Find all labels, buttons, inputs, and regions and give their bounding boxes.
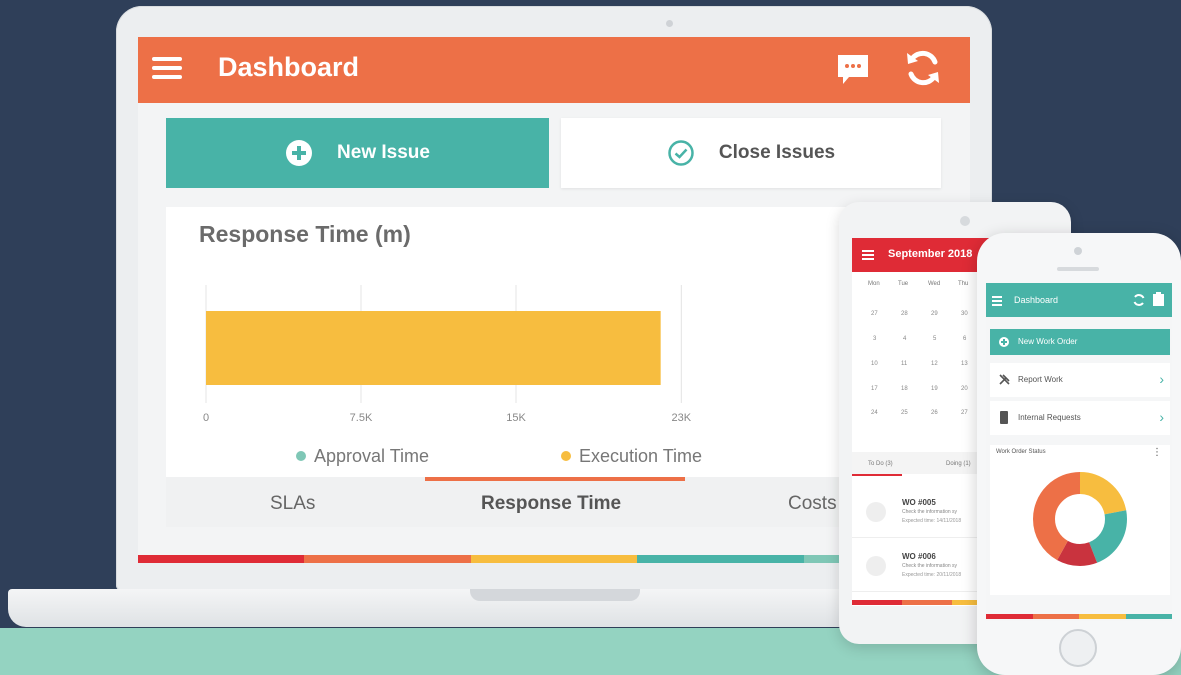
phone-device: Dashboard New Work Order Report Work › I…	[977, 233, 1181, 675]
plus-circle-icon	[286, 140, 313, 166]
response-time-card: Response Time (m) 0 7.5K 15K 23K Approval Ti…	[166, 207, 846, 477]
calendar-day[interactable]: 20	[961, 386, 968, 392]
menu-item-label: Internal Requests	[1018, 413, 1081, 422]
work-order-status-card: Work Order Status ⋮	[990, 445, 1170, 595]
weekday-label: Wed	[928, 281, 941, 287]
laptop-notch	[470, 589, 640, 601]
x-tick-label: 7.5K	[350, 412, 373, 424]
x-tick-label: 15K	[506, 412, 526, 424]
clipboard-icon	[866, 502, 886, 522]
calendar-day[interactable]: 11	[901, 361, 907, 367]
new-work-order-button[interactable]: New Work Order	[990, 329, 1170, 355]
tab-to-do[interactable]: To Do (3)	[868, 461, 893, 467]
hamburger-menu-icon[interactable]	[862, 250, 874, 262]
legend-swatch	[561, 451, 571, 461]
home-button[interactable]	[1059, 629, 1097, 667]
menu-item-internal-requests[interactable]: Internal Requests ›	[990, 401, 1170, 435]
active-tab-indicator	[425, 477, 685, 481]
color-stripe	[986, 614, 1172, 619]
sync-icon[interactable]	[904, 48, 942, 88]
calendar-day[interactable]: 24	[871, 410, 878, 416]
calendar-day[interactable]: 19	[931, 386, 938, 392]
work-order-desc: Check the information sy	[902, 563, 958, 569]
laptop-camera	[666, 20, 673, 27]
x-tick-label: 0	[203, 412, 209, 424]
more-options-icon[interactable]: ⋮	[1152, 447, 1162, 458]
card-title: Work Order Status	[996, 449, 1046, 455]
weekday-label: Thu	[958, 281, 969, 287]
page-title: Dashboard	[218, 52, 360, 82]
new-issue-button[interactable]: New Issue	[166, 118, 549, 188]
clipboard-icon[interactable]	[1152, 292, 1165, 307]
calendar-day[interactable]: 3	[873, 336, 876, 342]
clipboard-icon	[866, 556, 886, 576]
close-issues-label: Close Issues	[718, 142, 836, 163]
close-issues-button[interactable]: Close Issues	[561, 118, 941, 188]
weekday-label: Tue	[898, 281, 909, 287]
calendar-day[interactable]: 6	[963, 336, 966, 342]
response-time-chart: 0 7.5K 15K 23K Approval Time Execution Time	[203, 285, 702, 466]
hamburger-menu-icon[interactable]	[992, 296, 1002, 308]
calendar-day[interactable]: 25	[901, 410, 908, 416]
work-order-desc: Check the information sy	[902, 509, 958, 515]
menu-item-label: Report Work	[1018, 375, 1063, 384]
calendar-day[interactable]: 18	[901, 386, 908, 392]
phone-screen: Dashboard New Work Order Report Work › I…	[986, 283, 1172, 621]
sync-icon[interactable]	[1132, 293, 1146, 307]
work-order-id: WO #006	[902, 552, 936, 561]
weekday-label: Mon	[868, 281, 880, 287]
calendar-day[interactable]: 5	[933, 336, 936, 342]
work-order-expected: Expected time: 14/11/2018	[902, 518, 962, 524]
new-issue-label: New Issue	[337, 142, 430, 163]
bar-execution-time	[206, 311, 661, 385]
plus-circle-icon	[999, 337, 1009, 347]
chat-bubble-icon[interactable]	[835, 51, 871, 87]
tab-costs[interactable]: Costs	[788, 493, 837, 515]
chevron-right-icon: ›	[1159, 371, 1164, 387]
tab-slas[interactable]: SLAs	[270, 493, 315, 515]
calendar-day[interactable]: 30	[961, 311, 968, 317]
calendar-day[interactable]: 4	[903, 336, 906, 342]
calendar-day[interactable]: 17	[871, 386, 878, 392]
menu-item-report-work[interactable]: Report Work ›	[990, 363, 1170, 397]
phone-app-bar: Dashboard	[986, 283, 1172, 317]
tab-response-time[interactable]: Response Time	[481, 493, 621, 515]
calendar-day[interactable]: 26	[931, 410, 938, 416]
tablet-camera	[960, 216, 970, 226]
chevron-right-icon: ›	[1159, 409, 1164, 425]
hamburger-menu-icon[interactable]	[152, 57, 182, 79]
phone-camera	[1074, 247, 1082, 255]
status-donut-chart	[1033, 472, 1127, 566]
check-circle-icon	[668, 140, 694, 166]
calendar-day[interactable]: 13	[961, 361, 968, 367]
work-order-expected: Expected time: 20/11/2018	[902, 572, 962, 578]
document-icon	[1000, 411, 1008, 424]
active-tab-indicator	[852, 474, 902, 476]
work-order-id: WO #005	[902, 498, 936, 507]
wrench-icon	[999, 374, 1010, 385]
legend-label: Execution Time	[579, 446, 702, 466]
phone-title: Dashboard	[1014, 295, 1059, 305]
legend-label: Approval Time	[314, 446, 429, 466]
app-bar: Dashboard	[138, 37, 970, 103]
calendar-day[interactable]: 10	[871, 361, 878, 367]
tab-doing[interactable]: Doing (1)	[946, 461, 971, 467]
x-tick-label: 23K	[672, 412, 692, 424]
legend-swatch	[296, 451, 306, 461]
phone-speaker	[1057, 267, 1099, 271]
calendar-day[interactable]: 12	[931, 361, 938, 367]
calendar-month: September 2018	[888, 248, 973, 260]
new-work-order-label: New Work Order	[1018, 337, 1078, 346]
calendar-day[interactable]: 27	[871, 311, 878, 317]
calendar-day[interactable]: 27	[961, 410, 968, 416]
calendar-day[interactable]: 28	[901, 311, 908, 317]
calendar-day[interactable]: 29	[931, 311, 938, 317]
